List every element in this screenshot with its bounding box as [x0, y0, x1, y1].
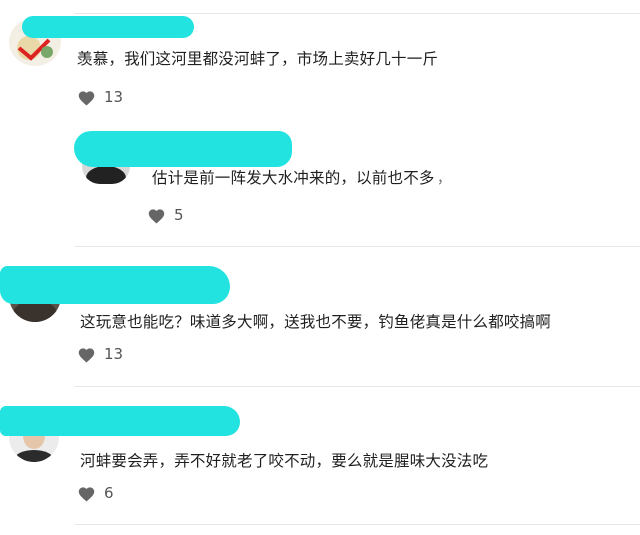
divider	[75, 246, 640, 247]
stray-mark: ，	[437, 171, 451, 187]
divider	[75, 524, 640, 525]
reply-username-redaction	[74, 131, 292, 167]
like-count: 13	[104, 345, 124, 363]
top-divider	[75, 13, 640, 14]
comment-text: 河蚌要会弄，弄不好就老了咬不动，要么就是腥味大没法吃	[80, 452, 489, 470]
like-button[interactable]: 13	[77, 88, 123, 106]
reply-text: 估计是前一阵发大水冲来的，以前也不多	[152, 169, 435, 187]
divider	[75, 386, 640, 387]
username-redaction	[0, 406, 240, 436]
heart-icon	[78, 486, 95, 501]
heart-icon	[148, 208, 165, 223]
like-button[interactable]: 6	[77, 484, 114, 502]
like-count: 6	[104, 484, 114, 502]
comment-text: 这玩意也能吃？味道多大啊，送我也不要，钓鱼佬真是什么都咬搞啊	[80, 313, 552, 331]
like-button[interactable]: 13	[77, 345, 123, 363]
comment-text: 羡慕，我们这河里都没河蚌了，市场上卖好几十一斤	[77, 50, 439, 68]
username-redaction	[22, 16, 194, 38]
like-count: 13	[104, 88, 124, 106]
reply-like-button[interactable]: 5	[147, 206, 184, 224]
heart-icon	[78, 90, 95, 105]
like-count: 5	[174, 206, 184, 224]
heart-icon	[78, 347, 95, 362]
username-redaction	[0, 266, 230, 304]
